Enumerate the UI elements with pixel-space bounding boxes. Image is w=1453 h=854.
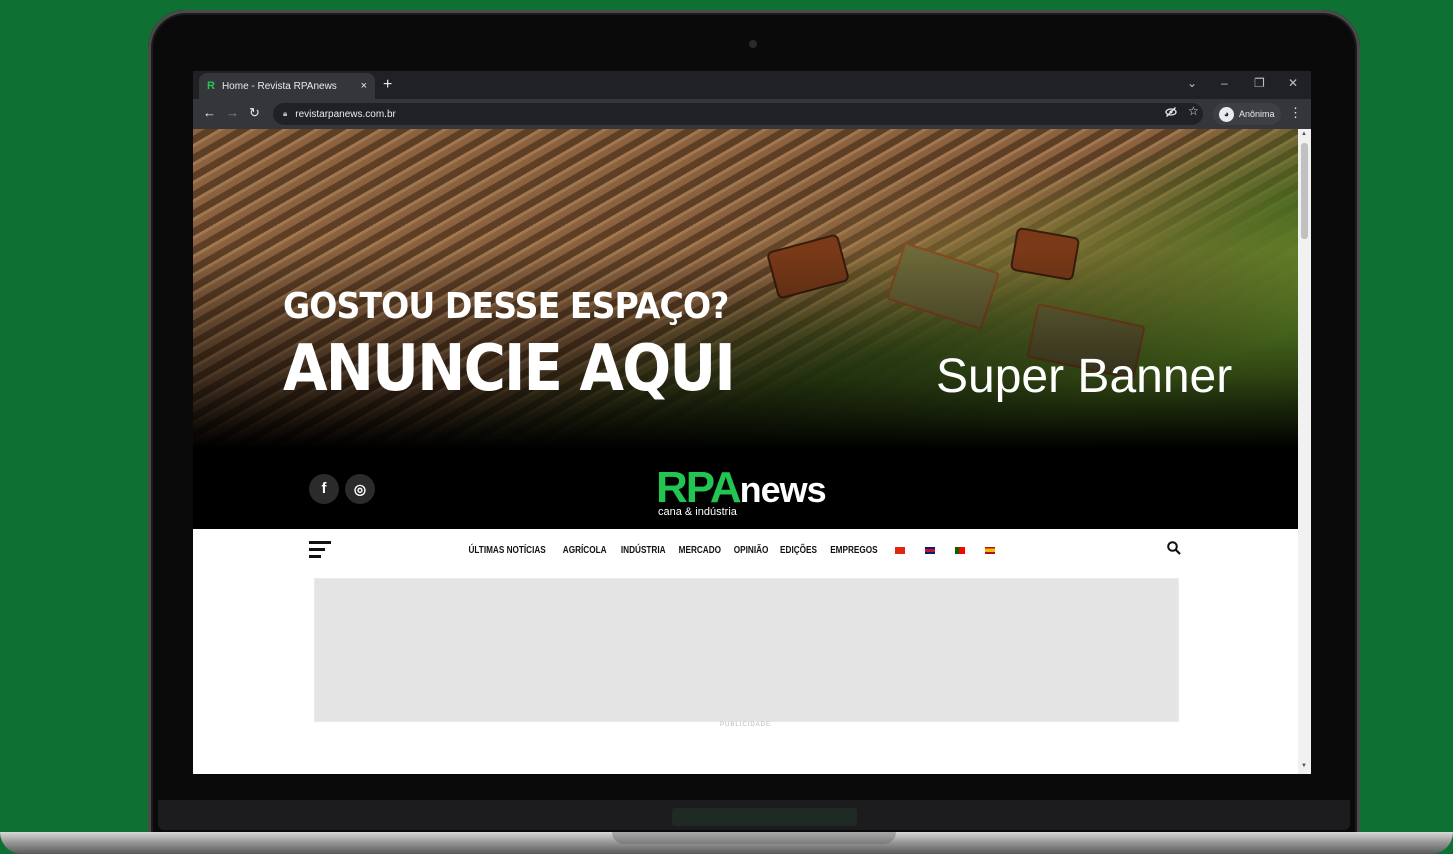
scrollbar[interactable]: ▲ ▼ <box>1298 129 1311 774</box>
nav-item-agricola[interactable]: AGRÍCOLA <box>563 545 607 556</box>
minimize-button[interactable]: – <box>1221 76 1228 90</box>
banner-label: Super Banner <box>936 350 1233 403</box>
china-flag-icon[interactable] <box>894 547 905 554</box>
instagram-icon[interactable]: ◎ <box>345 474 375 504</box>
address-bar[interactable]: 🔒︎ revistarpanews.com.br <box>273 103 1203 125</box>
banner-headline-big: ANUNCIE AQUI <box>283 332 736 406</box>
url-text: revistarpanews.com.br <box>295 108 396 120</box>
profile-label: Anônima <box>1239 109 1275 119</box>
laptop-chin-strip <box>672 808 857 826</box>
forward-button[interactable]: → <box>226 105 239 120</box>
logo-tagline: cana & indústria <box>658 506 737 518</box>
facebook-icon[interactable]: f <box>309 474 339 504</box>
menu-icon[interactable]: ⋮ <box>1289 105 1302 121</box>
uk-flag-icon[interactable] <box>924 547 935 554</box>
browser-window: R Home - Revista RPAnews × + ⌄ – ❐ ✕ ← →… <box>193 71 1311 774</box>
lock-icon: 🔒︎ <box>283 109 288 118</box>
browser-toolbar: ← → ↻ 🔒︎ revistarpanews.com.br ☆ ◕ Anôni… <box>193 99 1311 129</box>
star-icon[interactable]: ☆ <box>1188 104 1199 118</box>
nav-menu: ÚLTIMAS NOTÍCIAS AGRÍCOLA INDÚSTRIA MERC… <box>468 545 995 556</box>
close-window-button[interactable]: ✕ <box>1288 76 1298 90</box>
webcam <box>749 40 757 48</box>
ad-placeholder[interactable] <box>314 578 1179 722</box>
hamburger-menu-icon[interactable] <box>309 541 331 562</box>
tab-search-icon[interactable]: ⌄ <box>1187 76 1197 90</box>
profile-button[interactable]: ◕ Anônima <box>1213 103 1281 125</box>
back-button[interactable]: ← <box>203 105 216 120</box>
reload-button[interactable]: ↻ <box>249 105 260 121</box>
logo-rpa: RPA <box>656 463 742 512</box>
banner-headline-small: GOSTOU DESSE ESPAÇO? <box>283 286 729 327</box>
tab-title: Home - Revista RPAnews <box>221 80 337 92</box>
scroll-thumb[interactable] <box>1301 143 1308 239</box>
nav-item-industria[interactable]: INDÚSTRIA <box>621 545 666 556</box>
portugal-flag-icon[interactable] <box>954 547 965 554</box>
tab-bar: R Home - Revista RPAnews × + ⌄ – ❐ ✕ <box>193 71 1311 99</box>
nav-item-edicoes[interactable]: EDIÇÕES <box>780 545 817 556</box>
laptop-notch <box>612 832 896 844</box>
main-nav: ÚLTIMAS NOTÍCIAS AGRÍCOLA INDÚSTRIA MERC… <box>193 529 1298 573</box>
close-tab-icon[interactable]: × <box>361 80 367 92</box>
page-viewport: GOSTOU DESSE ESPAÇO? ANUNCIE AQUI Super … <box>193 129 1298 774</box>
ad-label: PUBLICIDADE <box>719 722 771 728</box>
incognito-avatar-icon: ◕ <box>1219 106 1234 122</box>
spain-flag-icon[interactable] <box>984 547 995 554</box>
nav-item-opiniao[interactable]: OPINIÃO <box>734 545 769 556</box>
restore-button[interactable]: ❐ <box>1254 76 1265 90</box>
search-icon[interactable] <box>1167 541 1181 555</box>
nav-item-ultimas-noticias[interactable]: ÚLTIMAS NOTÍCIAS <box>468 545 545 556</box>
new-tab-button[interactable]: + <box>383 76 392 94</box>
logo-news: news <box>739 469 827 510</box>
tab-home[interactable]: R Home - Revista RPAnews × <box>199 73 375 99</box>
nav-item-mercado[interactable]: MERCADO <box>679 545 721 556</box>
nav-item-empregos[interactable]: EMPREGOS <box>830 545 877 556</box>
favicon-icon: R <box>207 80 215 92</box>
super-banner-ad[interactable]: GOSTOU DESSE ESPAÇO? ANUNCIE AQUI Super … <box>193 129 1298 529</box>
scroll-down-icon[interactable]: ▼ <box>1301 763 1307 769</box>
eye-off-icon[interactable] <box>1165 106 1177 121</box>
rpanews-logo[interactable]: RPAnews cana & indústria <box>656 463 836 523</box>
scroll-up-icon[interactable]: ▲ <box>1301 131 1307 137</box>
